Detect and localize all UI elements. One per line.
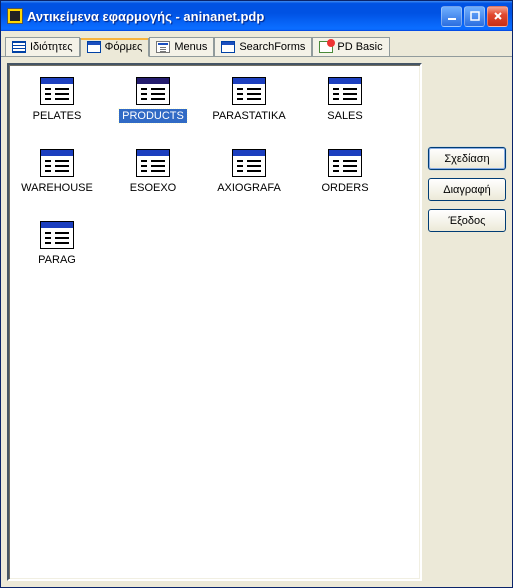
list-item[interactable]: PARASTATIKA [207,77,291,123]
client-area: PELATES PRODUCTS PARASTATIKA SALES WAREHOUSE… [1,57,512,587]
item-label: SALES [324,109,365,123]
pdbasic-icon [319,41,333,53]
form-icon [232,77,266,105]
tab-label: Menus [174,41,207,53]
delete-button[interactable]: Διαγραφή [428,178,506,201]
form-icon [232,149,266,177]
app-window: Αντικείμενα εφαρμογής - aninanet.pdp Ιδι… [0,0,513,588]
form-icon [40,149,74,177]
tab-strip: Ιδιότητες Φόρμες Menus SearchForms PD Ba… [1,31,512,57]
app-icon [7,8,23,24]
minimize-button[interactable] [441,6,462,27]
button-label: Σχεδίαση [444,153,489,165]
list-item[interactable]: ESOEXO [111,149,195,195]
list-item[interactable]: ORDERS [303,149,387,195]
tab-label: Φόρμες [105,41,143,53]
item-label: PARASTATIKA [209,109,288,123]
tab-label: Ιδιότητες [30,41,73,53]
list-item[interactable]: WAREHOUSE [15,149,99,195]
forms-icon [87,41,101,53]
menus-icon [156,41,170,53]
minimize-icon [447,11,457,21]
maximize-button[interactable] [464,6,485,27]
list-item[interactable]: PELATES [15,77,99,123]
form-icon [136,149,170,177]
list-item[interactable]: AXIOGRAFA [207,149,291,195]
tab-menus[interactable]: Menus [149,37,214,56]
item-label: AXIOGRAFA [214,181,284,195]
design-button[interactable]: Σχεδίαση [428,147,506,170]
item-label: ORDERS [318,181,371,195]
item-label: PARAG [35,253,79,267]
tab-pdbasic[interactable]: PD Basic [312,37,389,56]
item-label: PRODUCTS [119,109,187,123]
window-controls [441,6,508,27]
tab-label: SearchForms [239,41,305,53]
forms-list[interactable]: PELATES PRODUCTS PARASTATIKA SALES WAREHOUSE… [7,63,422,581]
exit-button[interactable]: Έξοδος [428,209,506,232]
tab-searchforms[interactable]: SearchForms [214,37,312,56]
form-icon [328,149,362,177]
close-icon [493,11,503,21]
list-item[interactable]: PARAG [15,221,99,267]
item-label: WAREHOUSE [18,181,96,195]
searchforms-icon [221,41,235,53]
properties-icon [12,41,26,53]
close-button[interactable] [487,6,508,27]
tab-forms[interactable]: Φόρμες [80,38,150,57]
button-label: Έξοδος [449,215,486,227]
form-icon [328,77,362,105]
tab-label: PD Basic [337,41,382,53]
form-icon [136,77,170,105]
list-item[interactable]: SALES [303,77,387,123]
list-item[interactable]: PRODUCTS [111,77,195,123]
button-label: Διαγραφή [443,184,491,196]
item-label: ESOEXO [127,181,179,195]
window-title: Αντικείμενα εφαρμογής - aninanet.pdp [27,9,264,24]
form-icon [40,77,74,105]
form-icon [40,221,74,249]
maximize-icon [470,11,480,21]
item-label: PELATES [30,109,85,123]
titlebar[interactable]: Αντικείμενα εφαρμογής - aninanet.pdp [1,1,512,31]
side-buttons: Σχεδίαση Διαγραφή Έξοδος [428,63,506,581]
tab-properties[interactable]: Ιδιότητες [5,37,80,56]
